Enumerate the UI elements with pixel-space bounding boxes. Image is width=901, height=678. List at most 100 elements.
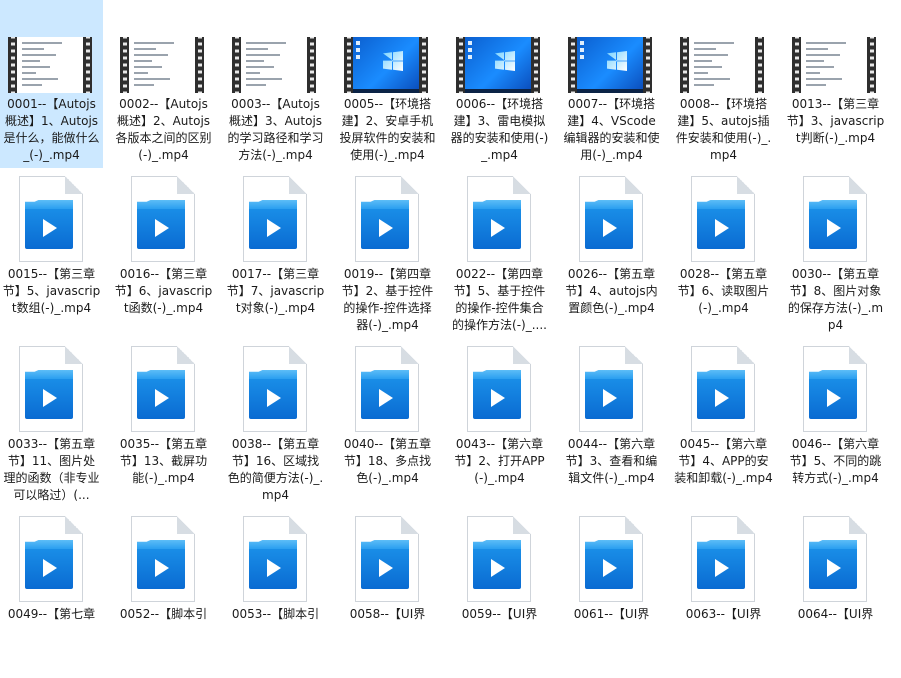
file-name-label: 0033--【第五章节】11、图片处理的函数（非专业可以略过）(... <box>3 437 100 502</box>
play-icon <box>379 389 393 407</box>
page-fold-corner <box>177 346 195 364</box>
page-fold-corner <box>737 516 755 534</box>
text-line <box>246 48 268 50</box>
desktop-shortcut-icon <box>356 41 360 45</box>
play-icon <box>715 389 729 407</box>
file-item[interactable]: 0016--【第三章节】6、javascript函数(-)_.mp4 <box>112 170 215 338</box>
video-file-icon <box>560 346 663 434</box>
video-thumbnail <box>224 6 327 94</box>
file-name-label: 0064--【UI界 <box>797 607 874 621</box>
text-line <box>22 84 42 86</box>
desktop-shortcut-icon <box>468 41 472 45</box>
file-item[interactable]: 0002--【Autojs概述】2、Autojs各版本之间的区别(-)_.mp4 <box>112 0 215 168</box>
desktop-screenshot <box>465 37 531 93</box>
page-fold-corner <box>849 346 867 364</box>
page-fold-corner <box>625 516 643 534</box>
file-name-label: 0015--【第三章节】5、javascript数组(-)_.mp4 <box>2 267 101 315</box>
file-item[interactable]: 0028--【第五章节】6、读取图片(-)_.mp4 <box>672 170 775 338</box>
file-item[interactable]: 0017--【第三章节】7、javascript对象(-)_.mp4 <box>224 170 327 338</box>
play-icon <box>827 219 841 237</box>
file-item[interactable]: 0006--【环境搭建】3、雷电模拟器的安装和使用(-)_.mp4 <box>448 0 551 168</box>
file-item[interactable]: 0045--【第六章节】4、APP的安装和卸载(-)_.mp4 <box>672 340 775 508</box>
file-name-label: 0022--【第四章节】5、基于控件的操作-控件集合的操作方法(-)_.... <box>452 267 547 332</box>
video-file-icon <box>784 516 887 604</box>
taskbar <box>577 89 643 93</box>
play-icon <box>379 219 393 237</box>
play-icon <box>491 219 505 237</box>
file-item[interactable]: 0061--【UI界 <box>560 510 663 678</box>
desktop-screenshot <box>577 37 643 93</box>
file-item[interactable]: 0043--【第六章节】2、打开APP(-)_.mp4 <box>448 340 551 508</box>
file-item[interactable]: 0040--【第五章节】18、多点找色(-)_.mp4 <box>336 340 439 508</box>
text-line <box>806 60 824 62</box>
text-line <box>246 84 266 86</box>
file-name-label: 0063--【UI界 <box>685 607 762 621</box>
film-strip-frame <box>344 37 428 93</box>
video-clapper-icon <box>809 370 857 419</box>
video-clapper-icon <box>25 540 73 589</box>
file-name-label: 0030--【第五章节】8、图片对象的保存方法(-)_.mp4 <box>787 267 884 332</box>
play-icon <box>267 559 281 577</box>
text-line <box>806 72 820 74</box>
file-item[interactable]: 0059--【UI界 <box>448 510 551 678</box>
text-line <box>694 60 712 62</box>
file-item[interactable]: 0019--【第四章节】2、基于控件的操作-控件选择器(-)_.mp4 <box>336 170 439 338</box>
file-name-label: 0003--【Autojs概述】3、Autojs的学习路径和学习方法(-)_.m… <box>227 97 324 162</box>
video-clapper-icon <box>585 370 633 419</box>
video-clapper-icon <box>137 540 185 589</box>
file-item[interactable]: 0001--【Autojs概述】1、Autojs是什么，能做什么_(-)_.mp… <box>0 0 103 168</box>
file-item[interactable]: 0053--【脚本引 <box>224 510 327 678</box>
file-item[interactable]: 0064--【UI界 <box>784 510 887 678</box>
text-line <box>694 84 714 86</box>
file-item[interactable]: 0038--【第五章节】16、区域找色的简便方法(-)_.mp4 <box>224 340 327 508</box>
page-fold-corner <box>401 516 419 534</box>
video-file-icon <box>0 176 103 264</box>
play-icon <box>715 559 729 577</box>
file-item[interactable]: 0058--【UI界 <box>336 510 439 678</box>
file-item[interactable]: 0008--【环境搭建】5、autojs插件安装和使用(-)_.mp4 <box>672 0 775 168</box>
file-item[interactable]: 0033--【第五章节】11、图片处理的函数（非专业可以略过）(... <box>0 340 103 508</box>
play-icon <box>603 559 617 577</box>
file-item[interactable]: 0026--【第五章节】4、autojs内置颜色(-)_.mp4 <box>560 170 663 338</box>
file-item[interactable]: 0003--【Autojs概述】3、Autojs的学习路径和学习方法(-)_.m… <box>224 0 327 168</box>
text-line <box>806 48 828 50</box>
video-file-icon <box>112 346 215 434</box>
document-screenshot <box>801 37 867 93</box>
file-item[interactable]: 0013--【第三章节】3、javascript判断(-)_.mp4 <box>784 0 887 168</box>
video-clapper-icon <box>249 540 297 589</box>
file-item[interactable]: 0015--【第三章节】5、javascript数组(-)_.mp4 <box>0 170 103 338</box>
text-line <box>806 42 846 44</box>
file-item[interactable]: 0005--【环境搭建】2、安卓手机投屏软件的安装和使用(-)_.mp4 <box>336 0 439 168</box>
file-item[interactable]: 0063--【UI界 <box>672 510 775 678</box>
video-file-icon <box>336 176 439 264</box>
file-name-label: 0001--【Autojs概述】1、Autojs是什么，能做什么_(-)_.mp… <box>3 97 100 162</box>
video-clapper-icon <box>473 370 521 419</box>
play-icon <box>827 559 841 577</box>
page-fold-corner <box>289 346 307 364</box>
video-thumbnail <box>0 6 103 94</box>
video-file-icon <box>672 516 775 604</box>
text-line <box>134 60 152 62</box>
file-item[interactable]: 0007--【环境搭建】4、VScode编辑器的安装和使用(-)_.mp4 <box>560 0 663 168</box>
page-fold-corner <box>625 346 643 364</box>
file-name-label: 0035--【第五章节】13、截屏功能(-)_.mp4 <box>119 437 208 485</box>
page-fold-corner <box>849 516 867 534</box>
file-item[interactable]: 0044--【第六章节】3、查看和编辑文件(-)_.mp4 <box>560 340 663 508</box>
file-item[interactable]: 0035--【第五章节】13、截屏功能(-)_.mp4 <box>112 340 215 508</box>
file-item[interactable]: 0049--【第七章 <box>0 510 103 678</box>
text-line <box>134 84 154 86</box>
text-line <box>694 78 730 80</box>
video-file-icon <box>560 516 663 604</box>
file-item[interactable]: 0030--【第五章节】8、图片对象的保存方法(-)_.mp4 <box>784 170 887 338</box>
taskbar <box>353 89 419 93</box>
file-item[interactable]: 0022--【第四章节】5、基于控件的操作-控件集合的操作方法(-)_.... <box>448 170 551 338</box>
file-item[interactable]: 0052--【脚本引 <box>112 510 215 678</box>
video-clapper-icon <box>585 540 633 589</box>
document-screenshot <box>17 37 83 93</box>
video-file-icon <box>560 176 663 264</box>
film-strip-frame <box>680 37 764 93</box>
film-strip-frame <box>8 37 92 93</box>
file-item[interactable]: 0046--【第六章节】5、不同的跳转方式(-)_.mp4 <box>784 340 887 508</box>
text-line <box>134 42 174 44</box>
file-name-label: 0052--【脚本引 <box>119 607 208 621</box>
